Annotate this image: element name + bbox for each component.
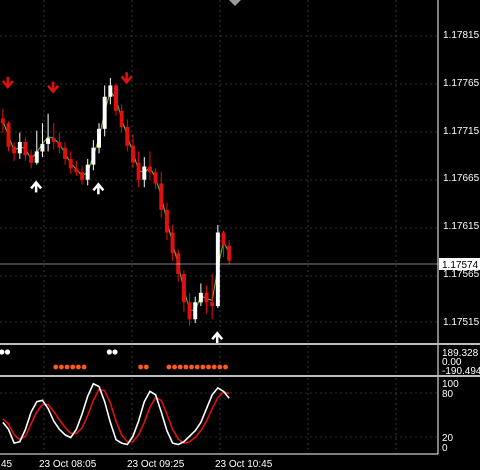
sell-dot: [189, 364, 194, 370]
candle-body: [215, 232, 220, 307]
candle-body: [164, 209, 169, 233]
candle-body: [63, 147, 68, 159]
stochastic-signal-line: [2, 388, 230, 444]
current-price-label: 1.17574: [442, 260, 479, 271]
sell-dot: [64, 364, 70, 370]
indicator-1-dots: [0, 349, 228, 370]
candle-body: [210, 302, 215, 307]
sell-dot: [217, 364, 223, 370]
indicator-2-tick: 0: [442, 443, 448, 454]
candle-body: [119, 110, 124, 127]
candle-body: [40, 143, 45, 152]
candle-body: [204, 292, 209, 303]
sell-dot: [206, 364, 211, 370]
candle-body: [130, 145, 135, 163]
candle-body: [12, 146, 17, 154]
candle-body: [51, 138, 56, 142]
candle-body: [142, 166, 147, 180]
sell-dot: [75, 364, 81, 370]
sell-dot: [194, 364, 200, 370]
price-tick: 1.17815: [443, 30, 480, 41]
candle-body: [227, 245, 232, 261]
candle-body: [159, 183, 164, 210]
sell-dot: [81, 364, 87, 370]
candle-body: [34, 151, 39, 163]
sell-dot: [177, 364, 183, 370]
candle-body: [97, 128, 102, 148]
candle-body: [46, 138, 51, 144]
candle-body: [153, 172, 158, 184]
candle-body: [187, 302, 192, 320]
buy-dot: [112, 349, 118, 355]
sell-dot: [183, 364, 189, 370]
sell-dot: [53, 364, 59, 370]
indicator-2-tick: 80: [442, 389, 454, 400]
price-tick: 1.17615: [443, 221, 480, 232]
candle-body: [176, 253, 181, 274]
buy-dot: [4, 349, 11, 355]
sell-dot: [59, 364, 64, 370]
candle-body: [57, 142, 62, 148]
buy-dot: [0, 349, 5, 355]
candle-body: [29, 155, 34, 163]
sell-dot: [138, 364, 144, 370]
sell-dot: [211, 364, 217, 370]
candle-body: [74, 168, 79, 173]
candle-body: [17, 142, 22, 154]
sell-dot: [143, 364, 149, 370]
sell-dot: [200, 364, 206, 370]
price-tick: 1.17765: [443, 78, 480, 89]
candle-body: [114, 85, 118, 111]
indicator-1-grid: [43, 346, 397, 374]
buy-dot: [106, 349, 112, 355]
candle-body: [221, 232, 226, 246]
candle-body: [0, 118, 5, 124]
candle-body: [85, 164, 90, 180]
candle-body: [147, 166, 152, 173]
main-price-pane[interactable]: [0, 0, 438, 344]
candle-body: [181, 274, 186, 303]
candle-body: [170, 232, 175, 254]
price-tick: 1.17715: [443, 126, 480, 137]
candle-body: [125, 126, 130, 146]
candle-body: [80, 172, 85, 180]
trading-chart[interactable]: 1.17815 1.17765 1.17715 1.17665 1.17615 …: [0, 0, 480, 470]
indicator-1-pane[interactable]: 189.328 0.00 -190.494: [0, 346, 480, 377]
time-label: 45: [1, 459, 13, 470]
candle-body: [6, 123, 11, 147]
price-tick: 1.17665: [443, 173, 480, 184]
sell-dot: [70, 364, 76, 370]
time-label: 23 Oct 10:45: [215, 459, 273, 470]
time-label: 23 Oct 08:05: [39, 459, 97, 470]
time-axis: 45 23 Oct 08:05 23 Oct 09:25 23 Oct 10:4…: [0, 453, 438, 470]
sell-dot: [223, 364, 228, 370]
price-tick: 1.17515: [443, 317, 480, 328]
candle-body: [108, 85, 113, 97]
indicator-2-pane[interactable]: 100 80 20 0: [0, 378, 459, 454]
candle-body: [23, 142, 28, 156]
sell-dot: [166, 364, 172, 370]
candle-body: [68, 158, 73, 169]
time-label: 23 Oct 09:25: [127, 459, 185, 470]
candle-body: [102, 96, 107, 129]
candle-body: [198, 292, 203, 303]
candle-body: [136, 162, 141, 180]
candle-body: [91, 147, 96, 165]
candle-body: [193, 302, 198, 320]
sell-dot: [172, 364, 177, 370]
